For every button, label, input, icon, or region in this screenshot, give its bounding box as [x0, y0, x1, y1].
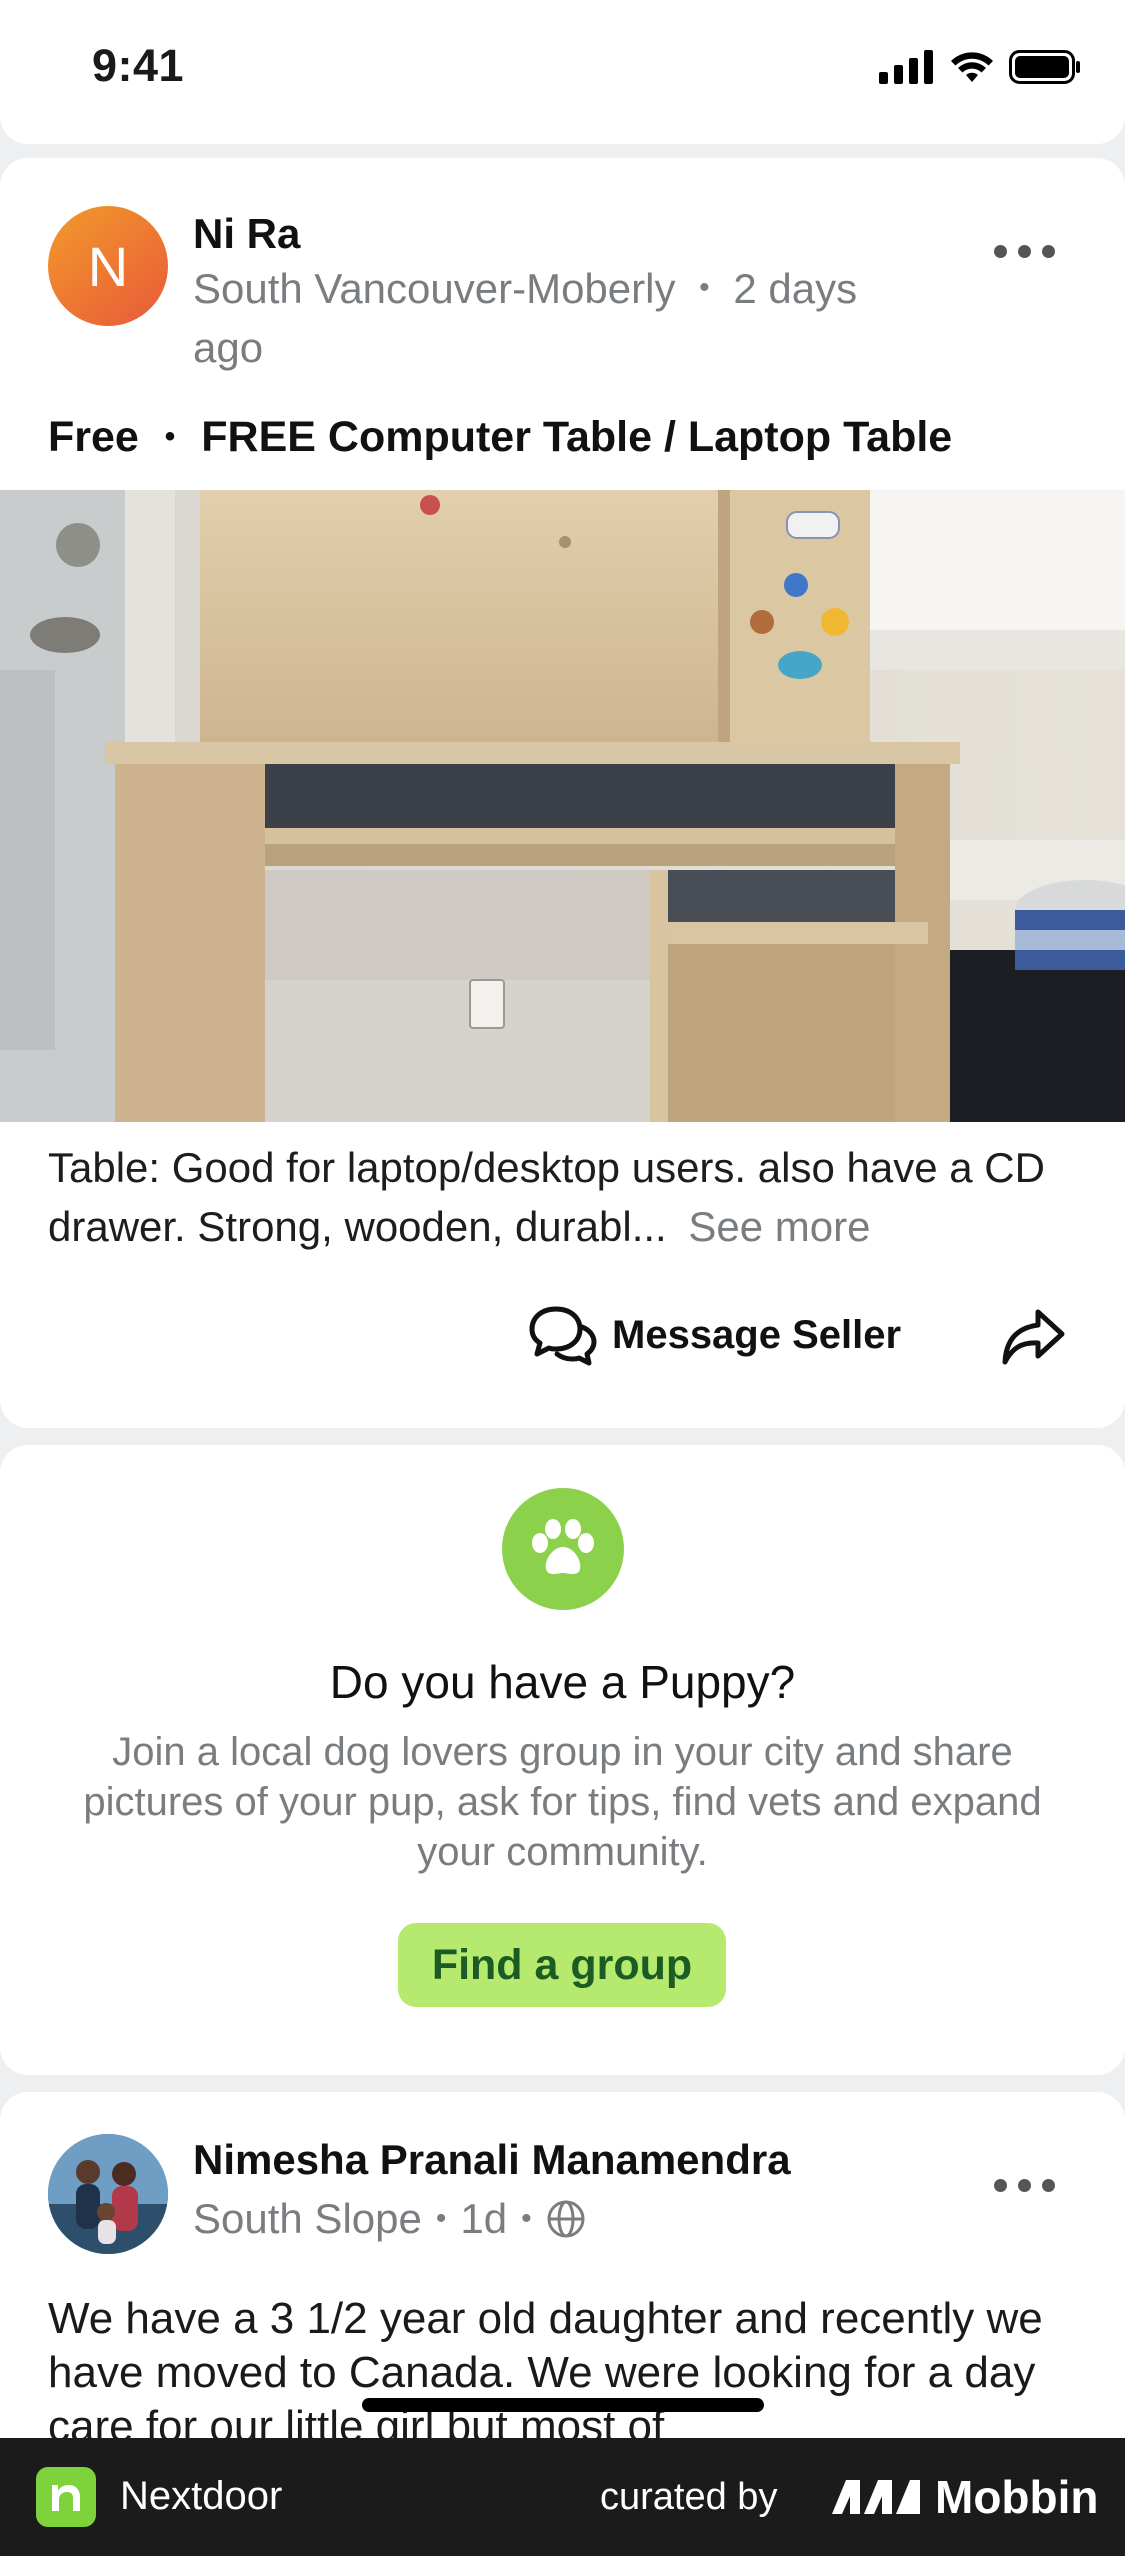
listing-photo[interactable] — [0, 490, 1125, 1122]
status-icons — [879, 50, 1081, 84]
promo-title: Do you have a Puppy? — [329, 1656, 796, 1708]
curator-name: Mobbin — [935, 2471, 1099, 2523]
author-location[interactable]: South Vancouver-Moberly — [193, 265, 675, 312]
post-meta: South Slope • 1d • — [193, 2192, 586, 2246]
listing-title[interactable]: Free • FREE Computer Table / Laptop Tabl… — [48, 413, 952, 462]
author-avatar[interactable]: N — [48, 206, 168, 326]
more-options-icon[interactable] — [994, 245, 1055, 258]
wifi-icon — [951, 52, 993, 82]
globe-icon — [547, 2200, 585, 2238]
message-seller-button[interactable]: Message Seller — [528, 1303, 901, 1367]
desk-photo-illustration — [0, 490, 1125, 1122]
promo-description: Join a local dog lovers group in your ci… — [83, 1730, 1042, 1874]
paw-icon — [502, 1488, 624, 1610]
post-meta: South Vancouver-Moberly • 2 days ago — [193, 262, 953, 375]
find-group-button[interactable]: Find a group — [398, 1923, 726, 2007]
post-time: 1d — [460, 2195, 508, 2242]
author-name[interactable]: Ni Ra — [193, 210, 300, 258]
app-name: Nextdoor — [120, 2474, 283, 2518]
post-time: 2 days — [733, 265, 858, 312]
mobbin-logo-icon — [832, 2480, 920, 2514]
more-options-icon[interactable] — [994, 2179, 1055, 2192]
meta-separator: • — [435, 2202, 447, 2235]
title-separator: • — [164, 420, 176, 453]
cellular-signal-icon — [879, 50, 933, 84]
listing-card[interactable]: N Ni Ra South Vancouver-Moberly • 2 days… — [0, 158, 1125, 1428]
see-more-link[interactable]: See more — [688, 1203, 870, 1250]
message-seller-label: Message Seller — [612, 1312, 902, 1357]
author-avatar-photo[interactable] — [48, 2134, 168, 2254]
status-time: 9:41 — [92, 40, 185, 91]
listing-title-text: FREE Computer Table / Laptop Table — [201, 413, 953, 461]
description-text: Table: Good for laptop/desktop users. al… — [48, 1144, 1045, 1250]
group-promo-card: Do you have a Puppy? Join a local dog lo… — [0, 1445, 1125, 2075]
battery-icon — [1009, 50, 1080, 84]
meta-separator: • — [699, 271, 710, 304]
meta-separator-2: • — [521, 2202, 532, 2235]
author-location[interactable]: South Slope — [193, 2192, 422, 2246]
author-name[interactable]: Nimesha Pranali Manamendra — [193, 2136, 791, 2184]
listing-price: Free — [48, 413, 139, 461]
post-time-continued: ago — [193, 324, 264, 371]
share-button[interactable] — [1000, 1306, 1066, 1373]
status-bar: 9:41 — [0, 0, 1125, 144]
home-indicator — [362, 2398, 764, 2412]
brand-bar: Nextdoor curated by Mobbin — [0, 2438, 1125, 2556]
share-arrow-icon — [1002, 1309, 1065, 1365]
nextdoor-logo-icon — [36, 2467, 96, 2527]
curated-by-label: curated by — [600, 2476, 778, 2518]
chat-bubbles-icon — [529, 1306, 597, 1366]
listing-description[interactable]: Table: Good for laptop/desktop users. al… — [48, 1138, 1078, 1256]
post-body-text[interactable]: We have a 3 1/2 year old daughter and re… — [48, 2292, 1088, 2454]
